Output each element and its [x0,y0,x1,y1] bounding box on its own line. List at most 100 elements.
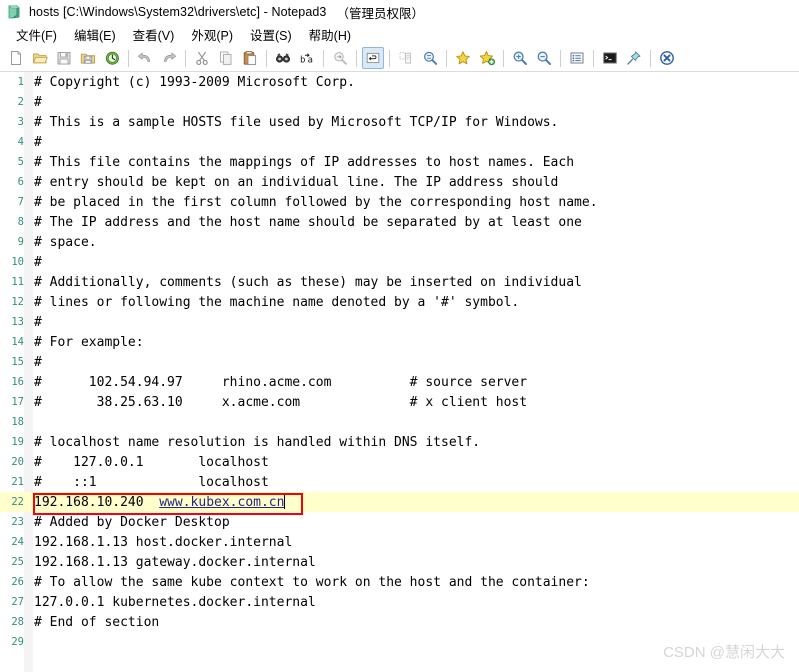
toolbar-separator [650,49,651,67]
line-text: # localhost name resolution is handled w… [34,434,481,450]
find-next-icon[interactable] [329,47,351,69]
open-file-icon[interactable] [29,47,51,69]
text-editor-area[interactable]: 1 # Copyright (c) 1993-2009 Microsoft Cor… [0,72,799,672]
line-text: # [34,94,42,110]
copy-icon[interactable] [215,47,237,69]
show-whitespace-icon[interactable] [395,47,417,69]
line-text: # End of section [34,614,160,630]
editor-line[interactable]: 5 # This file contains the mappings of IP… [0,152,799,172]
word-wrap-icon[interactable] [362,47,384,69]
line-number: 21 [11,476,24,488]
editor-line[interactable]: 18 [0,412,799,432]
menu-settings[interactable]: 设置(S) [242,23,301,46]
bookmark-icon[interactable] [452,47,474,69]
window-title-suffix: （管理员权限） [336,6,424,21]
zoom-selection-icon[interactable] [419,47,441,69]
line-number: 25 [11,556,24,568]
line-text: # This file contains the mappings of IP … [34,154,575,170]
toolbar-separator [503,49,504,67]
zoom-out-icon[interactable] [533,47,555,69]
paste-icon[interactable] [239,47,261,69]
line-number: 17 [11,396,24,408]
menu-edit[interactable]: 编辑(E) [66,23,125,46]
editor-line[interactable]: 19 # localhost name resolution is handled… [0,432,799,452]
editor-line[interactable]: 10 # [0,252,799,272]
find-icon[interactable] [272,47,294,69]
menu-file[interactable]: 文件(F) [8,23,66,46]
notepad3-app-icon [6,4,22,20]
line-text: 192.168.1.13 gateway.docker.internal [34,554,316,570]
zoom-in-icon[interactable] [509,47,531,69]
line-number: 3 [17,116,24,128]
menu-view[interactable]: 查看(V) [125,23,184,46]
menu-appearance[interactable]: 外观(P) [183,23,242,46]
line-number: 27 [11,596,24,608]
line-text: # [34,314,42,330]
editor-line[interactable]: 22 192.168.10.240 www.kubex.com.cn [0,492,799,512]
replace-icon[interactable]: b a [296,47,318,69]
editor-line[interactable]: 1 # Copyright (c) 1993-2009 Microsoft Cor… [0,72,799,92]
editor-line[interactable]: 28 # End of section [0,612,799,632]
editor-line[interactable]: 24 192.168.1.13 host.docker.internal [0,532,799,552]
reload-file-icon[interactable] [101,47,123,69]
line-text: # [34,354,42,370]
line-text: 127.0.0.1 kubernetes.docker.internal [34,594,316,610]
editor-line[interactable]: 12 # lines or following the machine name … [0,292,799,312]
editor-lines: 1 # Copyright (c) 1993-2009 Microsoft Cor… [0,72,799,672]
editor-line[interactable]: 20 # 127.0.0.1 localhost [0,452,799,472]
editor-line[interactable]: 11 # Additionally, comments (such as thes… [0,272,799,292]
line-number: 6 [17,176,24,188]
toolbar-separator [560,49,561,67]
line-number: 22 [11,496,24,508]
editor-line[interactable]: 23 # Added by Docker Desktop [0,512,799,532]
editor-line[interactable]: 25 192.168.1.13 gateway.docker.internal [0,552,799,572]
editor-line[interactable]: 4 # [0,132,799,152]
editor-line[interactable]: 27 127.0.0.1 kubernetes.docker.internal [0,592,799,612]
editor-line[interactable]: 21 # ::1 localhost [0,472,799,492]
menu-help[interactable]: 帮助(H) [301,23,360,46]
console-icon[interactable] [599,47,621,69]
editor-line[interactable]: 14 # For example: [0,332,799,352]
editor-line[interactable]: 9 # space. [0,232,799,252]
editor-line[interactable]: 15 # [0,352,799,372]
editor-line[interactable]: 13 # [0,312,799,332]
new-file-icon[interactable] [5,47,27,69]
redo-icon[interactable] [158,47,180,69]
line-number: 4 [17,136,24,148]
document-outline-icon[interactable] [566,47,588,69]
toolbar-separator [446,49,447,67]
close-file-icon[interactable] [656,47,678,69]
save-file-icon[interactable] [53,47,75,69]
hyperlink-hostname[interactable]: www.kubex.com.cn [159,495,284,510]
editor-line[interactable]: 3 # This is a sample HOSTS file used by M… [0,112,799,132]
line-text: 192.168.1.13 host.docker.internal [34,534,293,550]
title-bar: hosts [C:\Windows\System32\drivers\etc] … [0,0,799,24]
line-text: # [34,254,42,270]
line-text: # [34,134,42,150]
line-text: # For example: [34,334,144,350]
cut-icon[interactable] [191,47,213,69]
line-number: 19 [11,436,24,448]
save-as-icon[interactable] [77,47,99,69]
line-text: # Copyright (c) 1993-2009 Microsoft Corp… [34,74,355,90]
text-caret [284,494,286,509]
editor-line[interactable]: 17 # 38.25.63.10 x.acme.com # x client ho… [0,392,799,412]
line-number: 20 [11,456,24,468]
line-number: 12 [11,296,24,308]
line-number: 18 [11,416,24,428]
editor-line[interactable]: 6 # entry should be kept on an individual… [0,172,799,192]
editor-line[interactable]: 16 # 102.54.94.97 rhino.acme.com # source… [0,372,799,392]
add-bookmark-icon[interactable] [476,47,498,69]
editor-line[interactable]: 2 # [0,92,799,112]
undo-icon[interactable] [134,47,156,69]
pin-on-top-icon[interactable] [623,47,645,69]
line-number: 15 [11,356,24,368]
editor-line[interactable]: 8 # The IP address and the host name shou… [0,212,799,232]
line-text: # space. [34,234,97,250]
line-text: # 127.0.0.1 localhost [34,454,269,470]
line-number: 11 [11,276,24,288]
toolbar: b a [0,45,799,72]
editor-line[interactable]: 26 # To allow the same kube context to wo… [0,572,799,592]
editor-line[interactable]: 7 # be placed in the first column followe… [0,192,799,212]
line-text: # 102.54.94.97 rhino.acme.com # source s… [34,374,528,390]
